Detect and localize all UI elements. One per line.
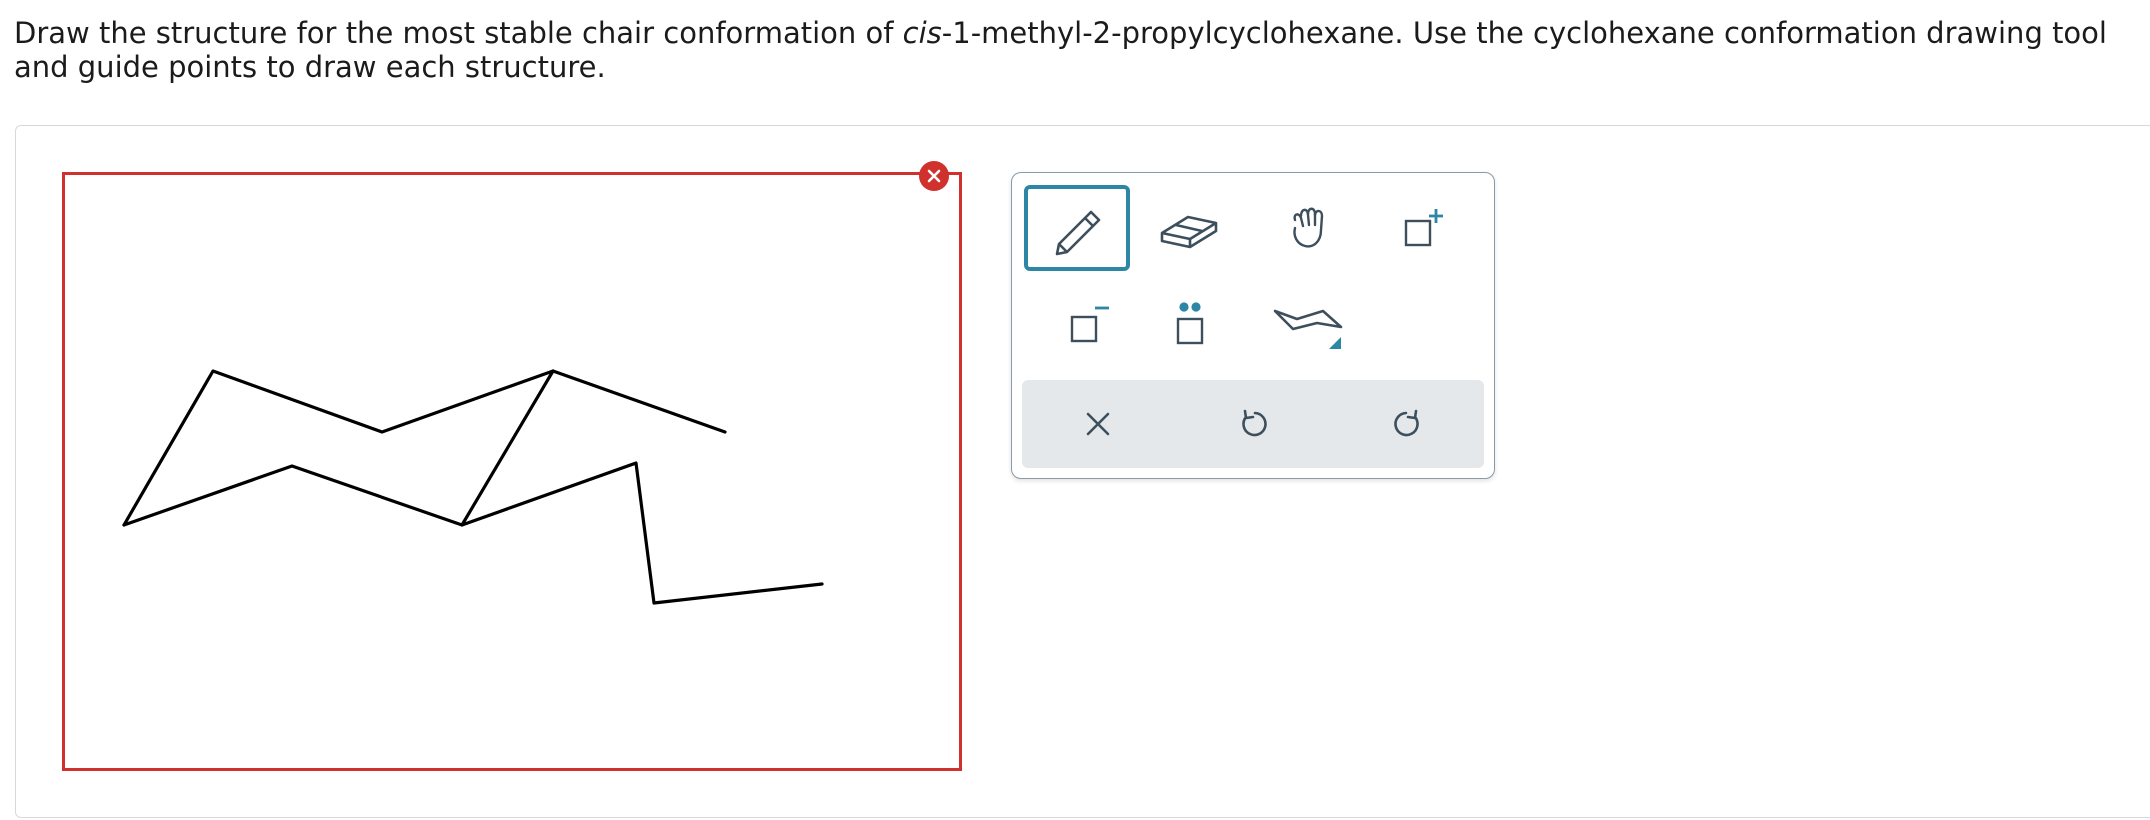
close-canvas-button[interactable] — [919, 161, 949, 191]
methyl-bond — [551, 369, 727, 434]
pencil-icon — [1055, 210, 1101, 256]
prompt-italic-cis: cis — [902, 16, 942, 50]
chair-template-tool-button[interactable] — [1260, 283, 1360, 365]
close-icon — [927, 169, 941, 183]
close-icon — [1086, 412, 1110, 436]
action-bar — [1022, 380, 1484, 468]
negative-charge-tool-button[interactable] — [1040, 283, 1140, 365]
undo-icon — [1242, 409, 1267, 437]
propyl-chain — [460, 461, 824, 605]
move-tool-button[interactable] — [1260, 187, 1360, 269]
charge-minus-icon — [1070, 306, 1109, 343]
drawing-canvas[interactable] — [62, 172, 962, 771]
prompt-text-start: Draw the structure for the most stable c… — [14, 16, 903, 50]
lone-pair-tool-button[interactable] — [1140, 283, 1240, 365]
undo-button[interactable] — [1218, 392, 1288, 456]
lone-pair-icon — [1176, 302, 1204, 345]
redo-icon — [1394, 409, 1419, 437]
eraser-icon — [1160, 215, 1218, 249]
chair-structure-drawing — [122, 369, 824, 605]
clear-button[interactable] — [1063, 392, 1133, 456]
chair-template-icon — [1273, 309, 1343, 349]
question-prompt: Draw the structure for the most stable c… — [14, 16, 2134, 84]
pencil-tool-button[interactable] — [1024, 185, 1130, 271]
redo-button[interactable] — [1373, 392, 1443, 456]
eraser-tool-button[interactable] — [1140, 187, 1240, 269]
charge-plus-icon — [1404, 209, 1443, 247]
hand-icon — [1293, 207, 1324, 248]
drawing-toolbar — [1011, 172, 1495, 479]
positive-charge-tool-button[interactable] — [1374, 187, 1474, 269]
